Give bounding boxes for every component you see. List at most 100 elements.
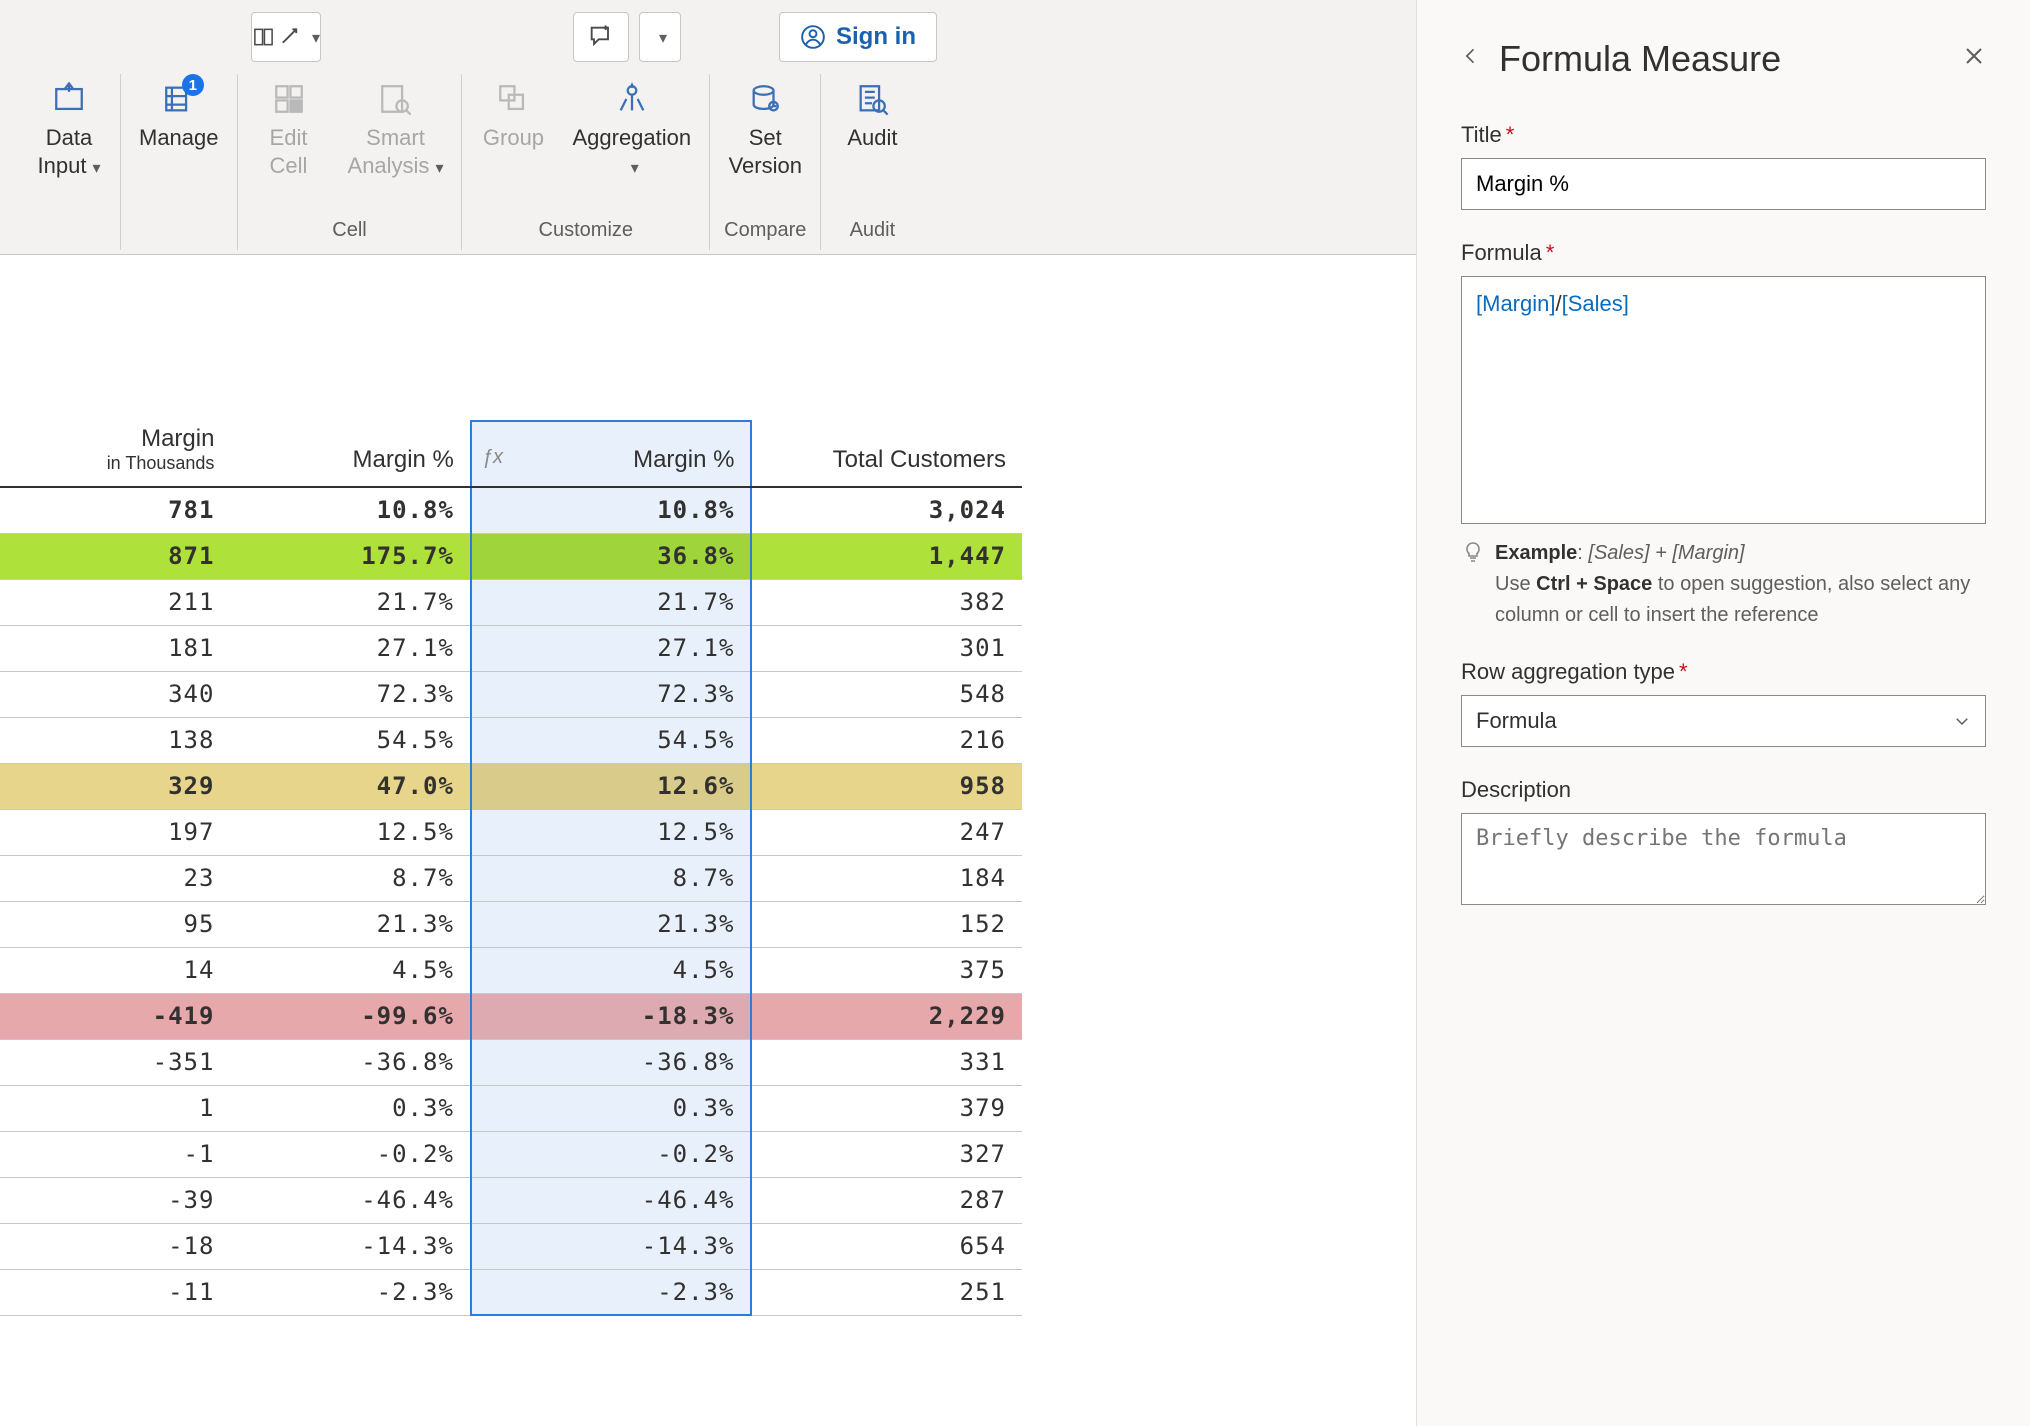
table-row[interactable]: 144.5%4.5%375 [0, 947, 1022, 993]
table-cell[interactable]: 251 [751, 1269, 1022, 1315]
table-cell[interactable]: -36.8% [471, 1039, 752, 1085]
table-cell[interactable]: 181 [0, 625, 230, 671]
table-cell[interactable]: 10.8% [471, 487, 752, 533]
table-cell[interactable]: -99.6% [230, 993, 470, 1039]
set-version-button[interactable]: Set Version [725, 74, 806, 179]
table-row[interactable]: 32947.0%12.6%958 [0, 763, 1022, 809]
table-cell[interactable]: -2.3% [230, 1269, 470, 1315]
col-header-total-customers[interactable]: Total Customers [751, 421, 1022, 487]
table-row[interactable]: 19712.5%12.5%247 [0, 809, 1022, 855]
table-cell[interactable]: 654 [751, 1223, 1022, 1269]
row-agg-select[interactable]: Formula [1461, 695, 1986, 747]
table-row[interactable]: -1-0.2%-0.2%327 [0, 1131, 1022, 1177]
formula-input[interactable]: [Margin]/[Sales] [1461, 276, 1986, 524]
table-row[interactable]: 21121.7%21.7%382 [0, 579, 1022, 625]
table-cell[interactable]: 340 [0, 671, 230, 717]
quick-access-dropdown[interactable] [639, 12, 681, 62]
table-cell[interactable]: 329 [0, 763, 230, 809]
data-input-button[interactable]: Data Input [32, 74, 106, 179]
table-cell[interactable]: 21.3% [230, 901, 470, 947]
table-cell[interactable]: 8.7% [471, 855, 752, 901]
table-cell[interactable]: 21.3% [471, 901, 752, 947]
table-cell[interactable]: 958 [751, 763, 1022, 809]
table-cell[interactable]: 72.3% [230, 671, 470, 717]
table-cell[interactable]: 197 [0, 809, 230, 855]
table-cell[interactable]: 781 [0, 487, 230, 533]
table-cell[interactable]: 216 [751, 717, 1022, 763]
table-row[interactable]: 13854.5%54.5%216 [0, 717, 1022, 763]
table-cell[interactable]: 54.5% [471, 717, 752, 763]
table-row[interactable]: 9521.3%21.3%152 [0, 901, 1022, 947]
panel-close-button[interactable] [1962, 43, 1986, 75]
table-cell[interactable]: 375 [751, 947, 1022, 993]
table-cell[interactable]: 27.1% [471, 625, 752, 671]
aggregation-button[interactable]: Aggregation [568, 74, 695, 179]
table-cell[interactable]: 175.7% [230, 533, 470, 579]
table-row[interactable]: -39-46.4%-46.4%287 [0, 1177, 1022, 1223]
table-cell[interactable]: 184 [751, 855, 1022, 901]
table-cell[interactable]: 54.5% [230, 717, 470, 763]
quick-access-comment-button[interactable] [573, 12, 629, 62]
table-cell[interactable]: 871 [0, 533, 230, 579]
table-cell[interactable]: 36.8% [471, 533, 752, 579]
table-cell[interactable]: -0.2% [471, 1131, 752, 1177]
table-cell[interactable]: 301 [751, 625, 1022, 671]
table-cell[interactable]: 10.8% [230, 487, 470, 533]
table-cell[interactable]: -18.3% [471, 993, 752, 1039]
table-cell[interactable]: 14 [0, 947, 230, 993]
table-cell[interactable]: 0.3% [471, 1085, 752, 1131]
table-cell[interactable]: -1 [0, 1131, 230, 1177]
table-row[interactable]: -419-99.6%-18.3%2,229 [0, 993, 1022, 1039]
table-cell[interactable]: 4.5% [471, 947, 752, 993]
table-cell[interactable]: 138 [0, 717, 230, 763]
data-table[interactable]: Margin in Thousands Margin % ƒx Margin %… [0, 420, 1022, 1316]
table-row[interactable]: -11-2.3%-2.3%251 [0, 1269, 1022, 1315]
table-cell[interactable]: -14.3% [230, 1223, 470, 1269]
panel-back-button[interactable] [1461, 42, 1481, 76]
table-cell[interactable]: -351 [0, 1039, 230, 1085]
table-cell[interactable]: 72.3% [471, 671, 752, 717]
description-input[interactable] [1461, 813, 1986, 905]
table-cell[interactable]: -46.4% [471, 1177, 752, 1223]
table-cell[interactable]: 379 [751, 1085, 1022, 1131]
table-cell[interactable]: 2,229 [751, 993, 1022, 1039]
table-cell[interactable]: 27.1% [230, 625, 470, 671]
table-cell[interactable]: 4.5% [230, 947, 470, 993]
table-cell[interactable]: 1 [0, 1085, 230, 1131]
table-cell[interactable]: -11 [0, 1269, 230, 1315]
table-cell[interactable]: 0.3% [230, 1085, 470, 1131]
table-cell[interactable]: 287 [751, 1177, 1022, 1223]
table-cell[interactable]: 12.6% [471, 763, 752, 809]
table-row[interactable]: 78110.8%10.8%3,024 [0, 487, 1022, 533]
table-cell[interactable]: 211 [0, 579, 230, 625]
table-cell[interactable]: 21.7% [230, 579, 470, 625]
table-row[interactable]: -351-36.8%-36.8%331 [0, 1039, 1022, 1085]
manage-button[interactable]: 1 Manage [135, 74, 223, 152]
quick-access-button-1[interactable] [251, 12, 321, 62]
audit-button[interactable]: Audit [835, 74, 909, 152]
col-header-margin[interactable]: Margin in Thousands [0, 421, 230, 487]
table-cell[interactable]: -39 [0, 1177, 230, 1223]
table-cell[interactable]: -14.3% [471, 1223, 752, 1269]
table-row[interactable]: -18-14.3%-14.3%654 [0, 1223, 1022, 1269]
title-input[interactable] [1461, 158, 1986, 210]
table-row[interactable]: 34072.3%72.3%548 [0, 671, 1022, 717]
table-cell[interactable]: 95 [0, 901, 230, 947]
table-cell[interactable]: -46.4% [230, 1177, 470, 1223]
table-row[interactable]: 18127.1%27.1%301 [0, 625, 1022, 671]
table-cell[interactable]: -36.8% [230, 1039, 470, 1085]
table-cell[interactable]: 331 [751, 1039, 1022, 1085]
table-row[interactable]: 871175.7%36.8%1,447 [0, 533, 1022, 579]
table-cell[interactable]: 382 [751, 579, 1022, 625]
table-cell[interactable]: 247 [751, 809, 1022, 855]
table-cell[interactable]: 21.7% [471, 579, 752, 625]
table-cell[interactable]: 47.0% [230, 763, 470, 809]
table-cell[interactable]: 8.7% [230, 855, 470, 901]
table-cell[interactable]: -419 [0, 993, 230, 1039]
table-cell[interactable]: -18 [0, 1223, 230, 1269]
table-cell[interactable]: 327 [751, 1131, 1022, 1177]
table-cell[interactable]: 12.5% [230, 809, 470, 855]
table-cell[interactable]: 23 [0, 855, 230, 901]
table-cell[interactable]: 152 [751, 901, 1022, 947]
sign-in-button[interactable]: Sign in [779, 12, 937, 62]
